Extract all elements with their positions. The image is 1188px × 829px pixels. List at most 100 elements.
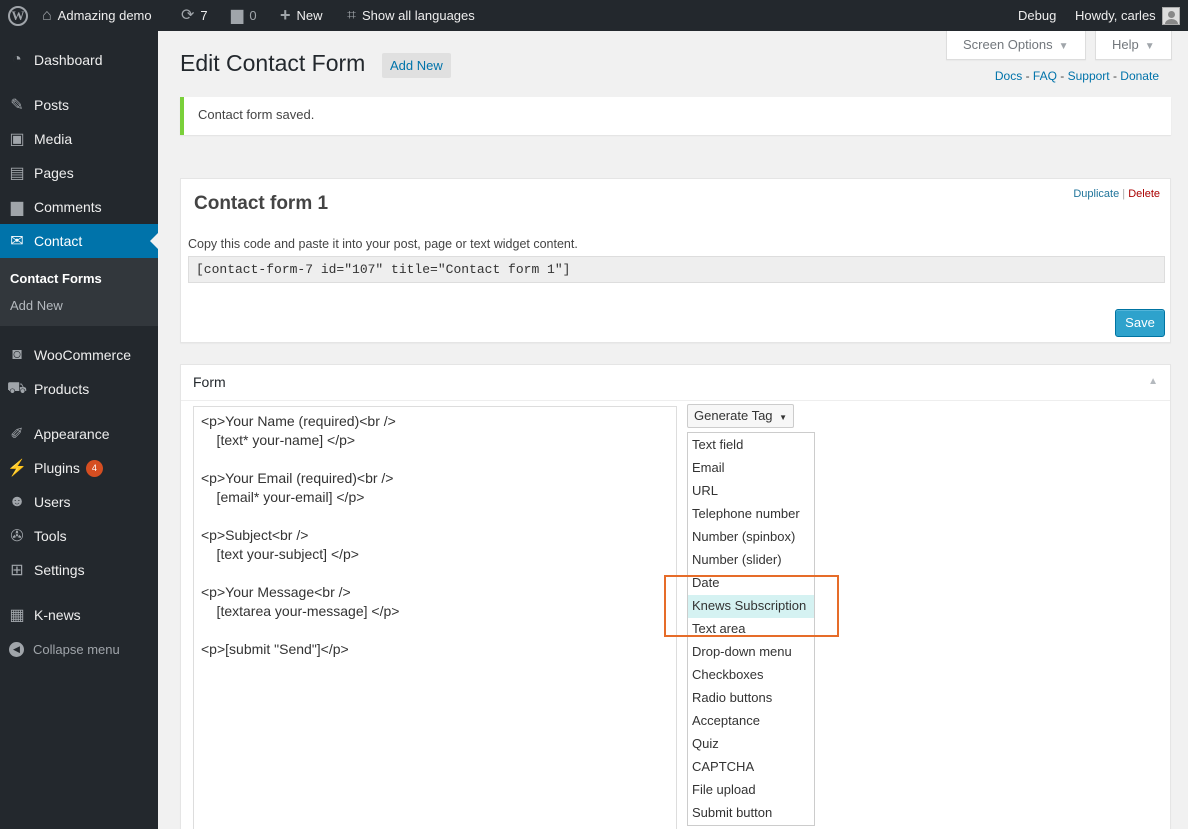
- collapse-menu-button[interactable]: ◀ Collapse menu: [0, 632, 158, 666]
- sidebar-item-users[interactable]: ☻ Users: [0, 485, 158, 519]
- shortcode-hint: Copy this code and paste it into your po…: [188, 237, 578, 251]
- plugins-update-badge: 4: [85, 459, 103, 477]
- save-button[interactable]: Save: [1115, 309, 1165, 337]
- translate-icon: ⌗: [347, 7, 357, 24]
- plus-icon: +: [280, 5, 291, 25]
- tag-option[interactable]: Checkboxes: [688, 664, 814, 687]
- settings-icon: ⊞: [10, 562, 24, 579]
- submenu-contact-forms[interactable]: Contact Forms: [10, 271, 102, 286]
- screen-options-button[interactable]: Screen Options ▼: [946, 31, 1086, 60]
- caret-down-icon: ▼: [779, 413, 788, 422]
- contact-form-box: Contact form 1 Duplicate | Delete Copy t…: [180, 178, 1171, 343]
- form-title[interactable]: Contact form 1: [194, 193, 328, 215]
- account-menu[interactable]: Howdy, carles: [1075, 0, 1180, 31]
- tag-option[interactable]: Number (slider): [688, 549, 814, 572]
- support-link[interactable]: Support: [1068, 69, 1110, 83]
- editor-line: <p>Your Message<br />: [201, 584, 351, 600]
- doc-links: Docs - FAQ - Support - Donate: [994, 69, 1159, 83]
- add-new-button[interactable]: Add New: [382, 53, 451, 78]
- sidebar-item-contact[interactable]: ✉ Contact: [0, 224, 158, 258]
- sidebar-item-posts[interactable]: ✎ Posts: [0, 88, 158, 122]
- annotation-highlight-box: [664, 575, 839, 637]
- tag-option[interactable]: Quiz: [688, 733, 814, 756]
- tag-option[interactable]: URL: [688, 480, 814, 503]
- tag-option[interactable]: Radio buttons: [688, 687, 814, 710]
- admin-bar: W ⌂ Admazing demo ⟳ 7 ▆ 0 + New ⌗ Show a…: [0, 0, 1188, 31]
- sidebar-item-products[interactable]: ⛟ Products: [0, 372, 158, 406]
- help-button[interactable]: Help ▼: [1095, 31, 1172, 60]
- site-name-link[interactable]: ⌂ Admazing demo: [42, 0, 152, 31]
- wordpress-logo-icon[interactable]: W: [8, 0, 28, 31]
- form-box-title: Form: [193, 374, 226, 390]
- tag-option[interactable]: Number (spinbox): [688, 526, 814, 549]
- admin-sidebar: ◔ Dashboard ✎ Posts ▣ Media ▤ Pages ▆ Comment…: [0, 31, 158, 829]
- page-title: Edit Contact Form: [180, 50, 366, 76]
- sidebar-item-tools[interactable]: ✇ Tools: [0, 519, 158, 553]
- editor-line: [text* your-name] </p>: [201, 432, 356, 448]
- dashboard-icon: ◔: [12, 51, 22, 68]
- caret-down-icon: ▼: [1058, 41, 1069, 52]
- home-icon: ⌂: [42, 7, 52, 24]
- shortcode-field[interactable]: [contact-form-7 id="107" title="Contact …: [188, 256, 1165, 283]
- contact-submenu: Contact Forms Add New: [0, 258, 158, 326]
- tag-option[interactable]: Drop-down menu: [688, 641, 814, 664]
- form-actions: Duplicate | Delete: [1073, 188, 1160, 200]
- editor-line: <p>Your Name (required)<br />: [201, 413, 396, 429]
- comment-icon: ▆: [10, 199, 24, 216]
- tag-option[interactable]: CAPTCHA: [688, 756, 814, 779]
- sidebar-item-pages[interactable]: ▤ Pages: [0, 156, 158, 190]
- pages-icon: ▤: [9, 165, 25, 182]
- sidebar-item-media[interactable]: ▣ Media: [0, 122, 158, 156]
- new-content-link[interactable]: + New: [280, 0, 323, 31]
- duplicate-link[interactable]: Duplicate: [1073, 188, 1119, 200]
- faq-link[interactable]: FAQ: [1033, 69, 1057, 83]
- editor-line: [email* your-email] </p>: [201, 489, 365, 505]
- form-editor-textarea[interactable]: <p>Your Name (required)<br /> [text* you…: [193, 406, 677, 829]
- languages-link[interactable]: ⌗ Show all languages: [347, 0, 475, 31]
- generate-tag-button[interactable]: Generate Tag ▼: [687, 404, 795, 428]
- collapse-toggle-icon[interactable]: ▲: [1148, 376, 1158, 387]
- wrench-icon: ✇: [10, 528, 24, 545]
- tag-option[interactable]: Email: [688, 457, 814, 480]
- editor-line: <p>Subject<br />: [201, 527, 309, 543]
- donate-link[interactable]: Donate: [1120, 69, 1159, 83]
- sidebar-item-dashboard[interactable]: ◔ Dashboard: [0, 43, 158, 77]
- brush-icon: ✐: [10, 426, 24, 443]
- delete-link[interactable]: Delete: [1128, 188, 1160, 200]
- editor-line: [textarea your-message] </p>: [201, 603, 400, 619]
- sidebar-item-settings[interactable]: ⊞ Settings: [0, 553, 158, 587]
- caret-down-icon: ▼: [1144, 41, 1155, 52]
- sidebar-item-comments[interactable]: ▆ Comments: [0, 190, 158, 224]
- tag-option[interactable]: File upload: [688, 779, 814, 802]
- debug-link[interactable]: Debug: [1018, 0, 1056, 31]
- user-icon: ☻: [8, 493, 26, 510]
- editor-line: [text your-subject] </p>: [201, 546, 359, 562]
- sidebar-item-plugins[interactable]: ⚡ Plugins 4: [0, 451, 158, 485]
- comments-link[interactable]: ▆ 0: [231, 0, 257, 31]
- mail-icon: ✉: [10, 233, 24, 250]
- sidebar-item-woocommerce[interactable]: ◙ WooCommerce: [0, 338, 158, 372]
- refresh-icon: ⟳: [181, 7, 195, 24]
- docs-link[interactable]: Docs: [995, 69, 1022, 83]
- woo-icon: ◙: [12, 346, 22, 363]
- collapse-arrow-icon: ◀: [9, 641, 24, 657]
- tag-option[interactable]: Acceptance: [688, 710, 814, 733]
- editor-line: <p>Your Email (required)<br />: [201, 470, 394, 486]
- form-box-header[interactable]: Form ▲: [181, 365, 1170, 401]
- plug-icon: ⚡: [7, 460, 27, 477]
- sidebar-item-appearance[interactable]: ✐ Appearance: [0, 417, 158, 451]
- pin-icon: ✎: [10, 97, 24, 114]
- tag-option[interactable]: Telephone number: [688, 503, 814, 526]
- tag-option[interactable]: Submit button: [688, 802, 814, 825]
- saved-notice: Contact form saved.: [180, 97, 1171, 135]
- media-icon: ▣: [9, 131, 25, 148]
- comment-icon: ▆: [231, 7, 244, 24]
- submenu-add-new[interactable]: Add New: [10, 298, 63, 313]
- news-icon: ▦: [9, 607, 25, 624]
- sidebar-item-k-news[interactable]: ▦ K-news: [0, 598, 158, 632]
- avatar: [1161, 6, 1180, 25]
- tag-option[interactable]: Text field: [688, 434, 814, 457]
- cart-icon: ⛟: [6, 380, 28, 397]
- editor-line: <p>[submit "Send"]</p>: [201, 641, 349, 657]
- updates-link[interactable]: ⟳ 7: [181, 0, 208, 31]
